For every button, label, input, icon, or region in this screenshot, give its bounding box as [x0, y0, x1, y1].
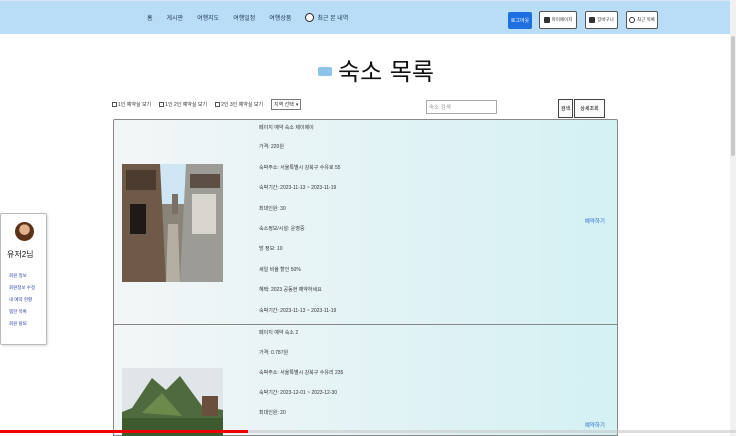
reserve-link[interactable]: 예약하기	[585, 217, 605, 225]
filter-option-2[interactable]: 1인 2인 예약실 보기	[159, 101, 207, 108]
cart-button[interactable]: 장바구니	[585, 11, 618, 29]
region-select-value: 지역 선택	[274, 102, 294, 108]
nav-travel-product[interactable]: 여행상품	[269, 13, 291, 22]
clock-icon	[305, 13, 315, 22]
nav-board[interactable]: 게시판	[167, 13, 184, 22]
sidebar-link-member-info[interactable]: 회원 정보	[9, 273, 27, 279]
checkbox[interactable]	[159, 102, 165, 107]
cart-icon	[589, 17, 596, 23]
sidebar-link-my-reservations[interactable]: 내 예약 현황	[9, 297, 32, 303]
top-navbar: 홈 게시판 여행지도 여행일정 여행상품 최근 본 내역 로그아웃 마이페이지 …	[0, 0, 736, 34]
chevron-down-icon: ▾	[295, 101, 299, 108]
page-title: 숙소 목록	[318, 52, 434, 87]
nav-recent[interactable]: 최근 본 내역	[305, 13, 348, 22]
detail-search-button[interactable]: 상세조회	[574, 99, 605, 118]
reserve-link[interactable]: 예약하기	[585, 421, 605, 429]
cart-label: 장바구니	[597, 17, 614, 22]
video-progress-bar[interactable]	[0, 430, 736, 433]
listing-photo[interactable]	[122, 164, 223, 282]
mountain-photo	[122, 368, 223, 436]
listing-room: 방 정보: 10	[259, 246, 283, 252]
alley-photo	[122, 164, 223, 282]
search-button[interactable]: 검색	[558, 99, 573, 118]
listing-capacity: 최대인원: 30	[259, 206, 286, 212]
listing-address: 숙박주소: 서울특별시 강북구 수유리 235	[259, 370, 344, 376]
page-scrollbar[interactable]	[730, 0, 736, 436]
listing-period: 숙박기간: 2023-11-13 ~ 2023-11-19	[259, 185, 337, 191]
sidebar-link-wishlist[interactable]: 찜한 목록	[9, 309, 27, 315]
my-page-label: 마이페이지	[551, 17, 573, 22]
checkbox[interactable]	[215, 102, 221, 107]
user-sidebar: 유저2님 회원 정보 회원정보 수정 내 예약 현황 찜한 목록 회원 탈퇴	[0, 213, 47, 345]
filter-label: 1인 예약실 보기	[118, 102, 152, 108]
listing-photo[interactable]	[122, 368, 223, 436]
nav-home[interactable]: 홈	[147, 13, 153, 22]
avatar	[15, 222, 34, 241]
nav-travel-schedule[interactable]: 여행일정	[233, 13, 255, 22]
my-page-button[interactable]: 마이페이지	[539, 11, 577, 29]
listing-card[interactable]: 페이지 예약 숙소 제이제이 가격: 220원 숙박주소: 서울특별시 강북구 …	[113, 119, 618, 325]
sidebar-link-withdraw[interactable]: 회원 탈퇴	[9, 321, 27, 327]
filter-bar: 1인 예약실 보기 1인 2인 예약실 보기 2인 3인 예약실 보기 지역 선…	[112, 99, 302, 110]
user-name: 유저2님	[7, 250, 34, 259]
listing-note: 혜택: 2023 공동현 예약하세요	[259, 287, 322, 293]
nav-recent-label: 최근 본 내역	[317, 16, 349, 22]
listing-address: 숙박주소: 서울특별시 강북구 수유로 55	[259, 165, 341, 171]
nav-travel-map[interactable]: 여행지도	[197, 13, 219, 22]
listing-price: 가격: 0.787원	[259, 350, 289, 356]
filter-option-3[interactable]: 2인 3인 예약실 보기	[215, 101, 263, 108]
main-nav: 홈 게시판 여행지도 여행일정 여행상품 최근 본 내역	[147, 13, 348, 22]
scrollbar-thumb[interactable]	[731, 36, 735, 156]
sidebar-link-edit-info[interactable]: 회원정보 수정	[9, 285, 35, 291]
search-input[interactable]: 숙소 검색	[426, 100, 497, 114]
page-title-text: 숙소 목록	[338, 58, 434, 86]
bed-icon	[318, 67, 332, 76]
listing-card[interactable]: 페이지 예약 숙소 2 가격: 0.787원 숙박주소: 서울특별시 강북구 수…	[113, 325, 618, 436]
listing-period: 숙박기간: 2023-12-01 ~ 2023-12-30	[259, 390, 338, 396]
recent-list-label: 최근 목록	[637, 17, 655, 22]
region-select[interactable]: 지역 선택 ▾	[271, 99, 302, 110]
filter-label: 2인 3인 예약실 보기	[221, 102, 264, 108]
checkbox[interactable]	[112, 102, 117, 107]
listing-facility: 숙소정보/시설: 운영중	[259, 226, 305, 232]
listing-discount: 세일 비율 할인 50%	[259, 267, 301, 273]
logout-button[interactable]: 로그아웃	[508, 12, 532, 29]
listing-name: 페이지 예약 숙소 제이제이	[259, 125, 314, 131]
video-progress-fill	[0, 430, 249, 433]
listing-capacity: 최대인원: 20	[259, 410, 286, 416]
user-icon	[543, 17, 550, 23]
listing-date-range: 숙박기간: 2023-11-13 ~ 2023-11-19	[259, 308, 337, 314]
recent-list-button[interactable]: 최근 목록	[626, 11, 658, 29]
listing-price: 가격: 220원	[259, 144, 284, 150]
filter-label: 1인 2인 예약실 보기	[165, 102, 208, 108]
listing-name: 페이지 예약 숙소 2	[259, 330, 299, 336]
clock-icon	[629, 17, 636, 23]
filter-option-1[interactable]: 1인 예약실 보기	[112, 101, 151, 108]
